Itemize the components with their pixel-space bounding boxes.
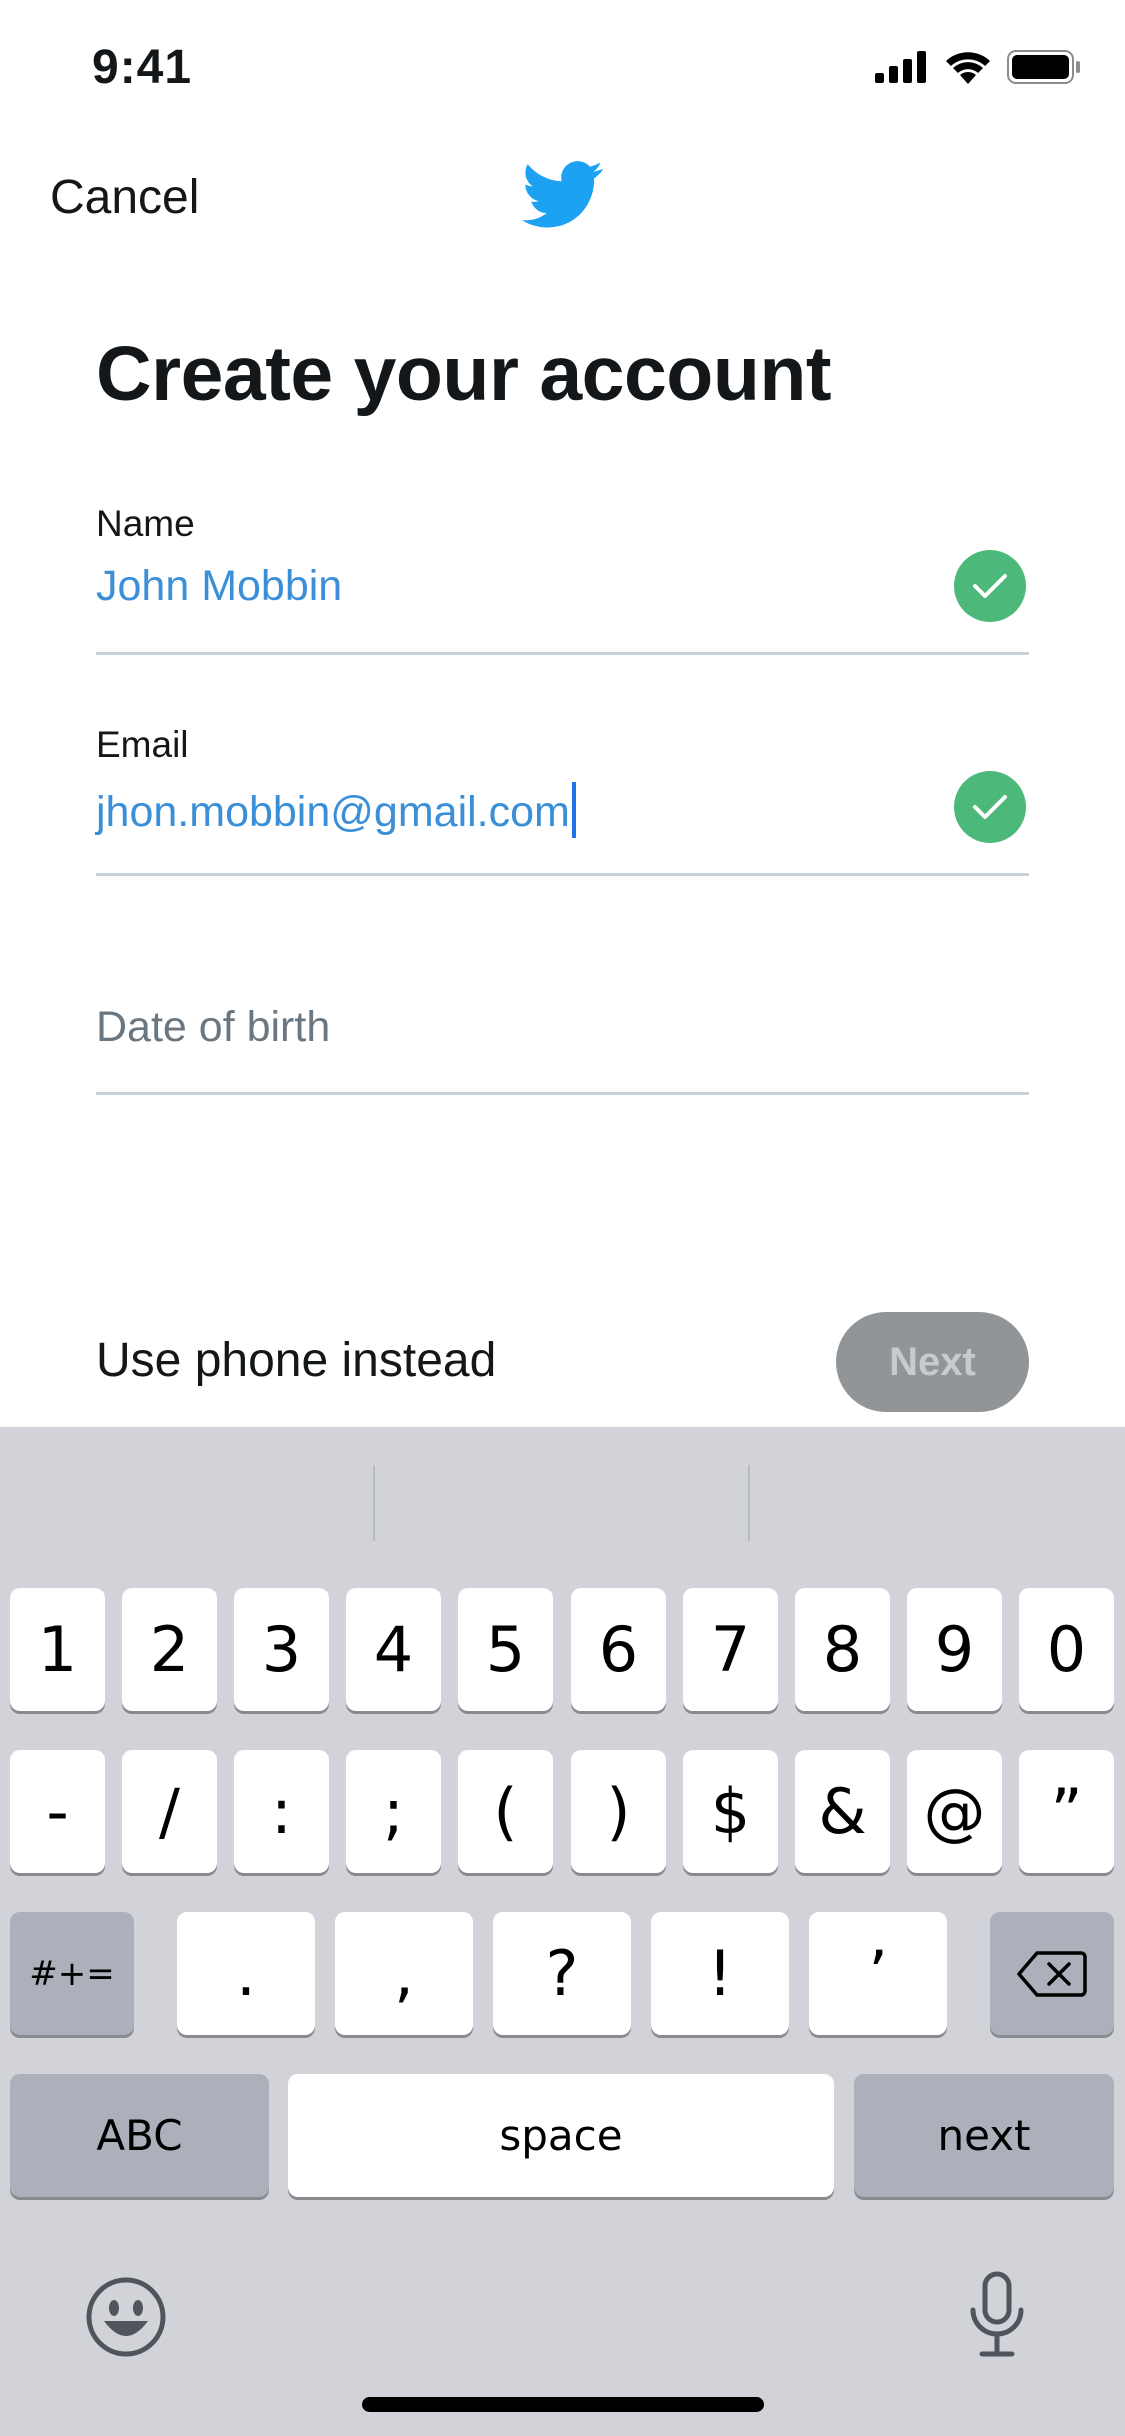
status-icons xyxy=(875,50,1081,84)
emoji-icon[interactable] xyxy=(84,2275,168,2359)
key-7[interactable]: & xyxy=(795,1750,890,1873)
key-4[interactable]: ( xyxy=(458,1750,553,1873)
key-1[interactable]: , xyxy=(335,1912,473,2035)
page-title: Create your account xyxy=(96,331,832,417)
space-key[interactable]: space xyxy=(288,2074,834,2197)
twitter-bird-icon xyxy=(522,161,603,228)
key-3[interactable]: 4 xyxy=(346,1588,441,1711)
key-6[interactable]: $ xyxy=(683,1750,778,1873)
email-input[interactable]: jhon.mobbin@gmail.com xyxy=(96,782,576,838)
key-3[interactable]: ; xyxy=(346,1750,441,1873)
key-1[interactable]: / xyxy=(122,1750,217,1873)
backspace-icon xyxy=(1017,1950,1087,1997)
name-field-underline xyxy=(96,652,1029,655)
space-key-label: space xyxy=(499,2111,623,2160)
email-input-value: jhon.mobbin@gmail.com xyxy=(96,788,570,836)
cancel-button[interactable]: Cancel xyxy=(50,170,199,225)
cellular-signal-icon xyxy=(875,51,926,83)
key-2[interactable]: 3 xyxy=(234,1588,329,1711)
key-2[interactable]: : xyxy=(234,1750,329,1873)
name-valid-check-icon xyxy=(954,550,1026,622)
backspace-key[interactable] xyxy=(990,1912,1114,2035)
abc-key-label: ABC xyxy=(96,2111,183,2160)
key-2[interactable]: ? xyxy=(493,1912,631,2035)
key-6[interactable]: 7 xyxy=(683,1588,778,1711)
wifi-icon xyxy=(946,52,990,84)
text-cursor xyxy=(571,782,576,838)
key-7[interactable]: 8 xyxy=(795,1588,890,1711)
key-4[interactable]: ’ xyxy=(809,1912,947,2035)
name-input[interactable]: John Mobbin xyxy=(96,562,342,611)
key-1[interactable]: 2 xyxy=(122,1588,217,1711)
abc-key[interactable]: ABC xyxy=(10,2074,269,2197)
date-of-birth-input[interactable]: Date of birth xyxy=(96,1003,330,1052)
use-phone-instead-link[interactable]: Use phone instead xyxy=(96,1333,496,1388)
key-0[interactable]: - xyxy=(10,1750,105,1873)
key-3[interactable]: ! xyxy=(651,1912,789,2035)
return-key-label: next xyxy=(937,2111,1031,2160)
key-9[interactable]: ” xyxy=(1019,1750,1114,1873)
battery-icon xyxy=(1007,50,1080,84)
status-time: 9:41 xyxy=(92,41,193,94)
symbols-toggle-label: #+= xyxy=(29,1953,115,1994)
key-8[interactable]: 9 xyxy=(907,1588,1002,1711)
next-button[interactable]: Next xyxy=(836,1312,1029,1412)
symbols-toggle-key[interactable]: #+= xyxy=(10,1912,134,2035)
key-4[interactable]: 5 xyxy=(458,1588,553,1711)
key-5[interactable]: ) xyxy=(571,1750,666,1873)
suggestion-divider xyxy=(748,1465,750,1541)
email-field-underline xyxy=(96,873,1029,876)
key-5[interactable]: 6 xyxy=(571,1588,666,1711)
key-8[interactable]: @ xyxy=(907,1750,1002,1873)
name-field-label: Name xyxy=(96,503,195,544)
email-field-label: Email xyxy=(96,724,189,765)
key-0[interactable]: 1 xyxy=(10,1588,105,1711)
microphone-icon[interactable] xyxy=(966,2270,1028,2358)
next-return-key[interactable]: next xyxy=(854,2074,1114,2197)
home-indicator xyxy=(362,2397,764,2412)
key-0[interactable]: . xyxy=(177,1912,315,2035)
suggestion-divider xyxy=(373,1465,375,1541)
dob-field-underline xyxy=(96,1092,1029,1095)
key-9[interactable]: 0 xyxy=(1019,1588,1114,1711)
email-valid-check-icon xyxy=(954,771,1026,843)
